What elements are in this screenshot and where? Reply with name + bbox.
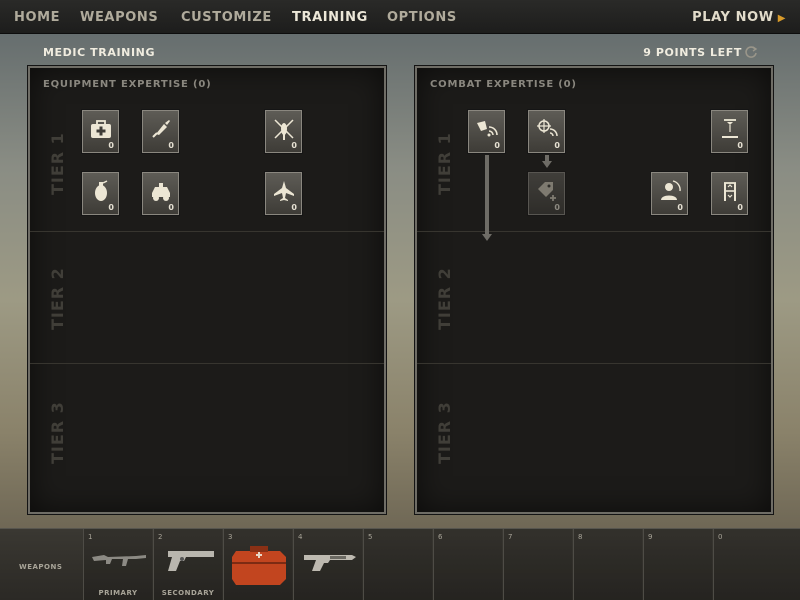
pistol-icon <box>168 551 214 571</box>
slot-number: 0 <box>718 533 723 541</box>
tier-3-label: TIER 3 <box>435 401 454 464</box>
weapon-slot-3[interactable]: 3 <box>223 529 292 600</box>
equipment-panel-title: EQUIPMENT EXPERTISE (0) <box>43 79 212 90</box>
play-now-label: PLAY NOW <box>692 10 774 25</box>
helicopter-icon <box>274 119 294 140</box>
ladder-icon <box>724 182 736 201</box>
grenade-icon <box>95 180 108 201</box>
vehicle-icon <box>152 183 170 201</box>
skill-count: 0 <box>168 141 174 150</box>
skill-grenade[interactable]: 0 <box>82 172 119 215</box>
skill-jet[interactable]: 0 <box>265 172 302 215</box>
skill-medkit[interactable]: 0 <box>82 110 119 153</box>
skill-soldier[interactable]: 0 <box>651 172 688 215</box>
syringe-icon <box>152 120 170 138</box>
points-left: 9 POINTS LEFT <box>643 46 742 59</box>
nav-weapons[interactable]: WEAPONS <box>80 10 158 25</box>
weapon-slot-6[interactable]: 6 <box>433 529 502 600</box>
play-now-button[interactable]: PLAY NOW ▶ <box>692 10 786 25</box>
skill-helicopter[interactable]: 0 <box>265 110 302 153</box>
skill-ladder[interactable]: 0 <box>711 172 748 215</box>
weapon-slot-9[interactable]: 9 <box>643 529 712 600</box>
slot-number: 8 <box>578 533 583 541</box>
medkit-case-icon <box>232 546 286 585</box>
weapon-slot-8[interactable]: 8 <box>573 529 642 600</box>
prerequisite-arrow-line <box>485 155 489 235</box>
tier-3-divider <box>417 363 771 513</box>
slot-caption: SECONDARY <box>161 589 215 597</box>
tier-1-label: TIER 1 <box>435 132 454 195</box>
skill-count: 0 <box>291 203 297 212</box>
prerequisite-arrow-head <box>482 234 492 241</box>
weapon-slot-2[interactable]: 2 SECONDARY <box>153 529 222 600</box>
defib-gun-icon <box>304 555 356 571</box>
plus-tag-icon <box>538 182 556 201</box>
skill-count: 0 <box>554 203 560 212</box>
tier-3-label: TIER 3 <box>48 401 67 464</box>
prerequisite-arrow-head <box>542 161 552 168</box>
tier-2-divider <box>417 231 771 363</box>
skill-plus-tag[interactable]: 0 <box>528 172 565 215</box>
weapon-slot-5[interactable]: 5 <box>363 529 432 600</box>
weapon-slot-7[interactable]: 7 <box>503 529 572 600</box>
weapon-slot-1[interactable]: 1 PRIMARY <box>83 529 152 600</box>
tier-2-label: TIER 2 <box>48 267 67 330</box>
nav-customize[interactable]: CUSTOMIZE <box>181 10 272 25</box>
nav-training[interactable]: TRAINING <box>292 10 368 25</box>
rifle-icon <box>92 555 146 566</box>
tier-2-divider <box>30 231 384 363</box>
refresh-icon[interactable] <box>744 45 758 59</box>
page-title: MEDIC TRAINING <box>43 46 156 59</box>
jet-icon <box>274 181 294 201</box>
height-marker-icon <box>722 119 738 138</box>
combat-expertise-panel: COMBAT EXPERTISE (0) TIER 1 TIER 2 TIER … <box>415 66 773 514</box>
skill-vehicle[interactable]: 0 <box>142 172 179 215</box>
slot-number: 4 <box>298 533 303 541</box>
skill-count: 0 <box>494 141 500 150</box>
skill-height-marker[interactable]: 0 <box>711 110 748 153</box>
weapon-slot-0[interactable]: 0 <box>713 529 800 600</box>
combat-panel-title: COMBAT EXPERTISE (0) <box>430 79 577 90</box>
tier-3-divider <box>30 363 384 513</box>
slot-number: 1 <box>88 533 93 541</box>
nav-options[interactable]: OPTIONS <box>387 10 457 25</box>
skill-count: 0 <box>554 141 560 150</box>
top-nav-bar: HOME WEAPONS CUSTOMIZE TRAINING OPTIONS … <box>0 0 800 34</box>
weapon-slot-4[interactable]: 4 <box>293 529 362 600</box>
slot-number: 5 <box>368 533 373 541</box>
tier-1-label: TIER 1 <box>48 132 67 195</box>
target-signal-icon <box>537 119 558 137</box>
weapon-bar: WEAPONS 1 PRIMARY 2 SECONDARY 3 4 5 6 7 … <box>0 528 800 600</box>
skill-syringe[interactable]: 0 <box>142 110 179 153</box>
slot-number: 6 <box>438 533 443 541</box>
skill-count: 0 <box>677 203 683 212</box>
slot-number: 7 <box>508 533 513 541</box>
skill-signal-boost[interactable]: 0 <box>468 110 505 153</box>
skill-target-signal[interactable]: 0 <box>528 110 565 153</box>
tier-2-label: TIER 2 <box>435 267 454 330</box>
soldier-icon <box>661 180 681 200</box>
skill-count: 0 <box>737 203 743 212</box>
slot-number: 9 <box>648 533 653 541</box>
skill-count: 0 <box>291 141 297 150</box>
signal-boost-icon <box>477 121 498 137</box>
nav-home[interactable]: HOME <box>14 10 60 25</box>
medkit-icon <box>91 120 111 138</box>
play-arrow-icon: ▶ <box>777 13 786 24</box>
weapons-bar-label: WEAPONS <box>19 563 63 571</box>
equipment-expertise-panel: EQUIPMENT EXPERTISE (0) TIER 1 TIER 2 TI… <box>28 66 386 514</box>
skill-count: 0 <box>737 141 743 150</box>
skill-count: 0 <box>108 141 114 150</box>
skill-count: 0 <box>168 203 174 212</box>
slot-number: 2 <box>158 533 163 541</box>
slot-number: 3 <box>228 533 233 541</box>
skill-count: 0 <box>108 203 114 212</box>
slot-caption: PRIMARY <box>98 589 138 597</box>
